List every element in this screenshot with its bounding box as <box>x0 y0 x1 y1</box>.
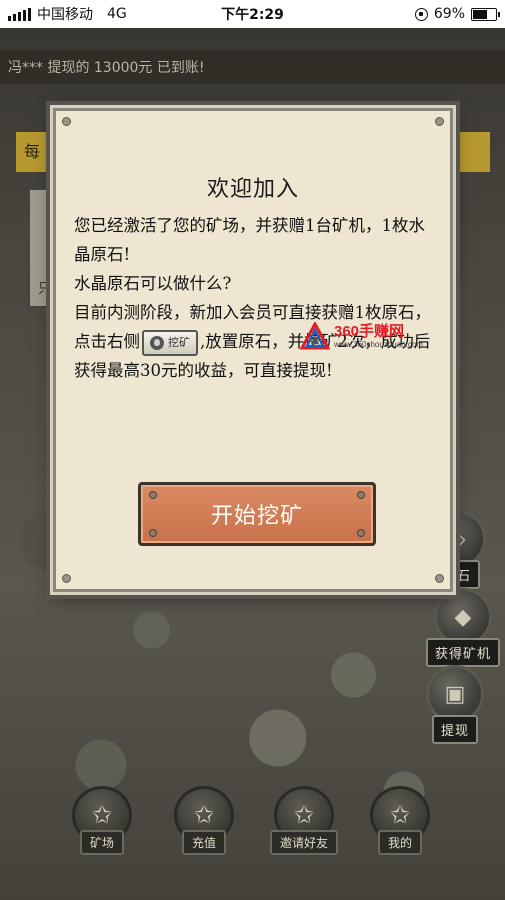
chip-label: 挖矿 <box>168 336 190 349</box>
left-panel-text: 只 <box>38 281 52 297</box>
side-button-label: 提现 <box>431 715 478 744</box>
side-button-label: 获得矿机 <box>426 638 501 667</box>
banner-text: 每 <box>24 142 41 161</box>
rivet-decoration <box>62 117 71 126</box>
rivet-decoration <box>435 574 444 583</box>
status-bar: 中国移动 4G 下午2:29 69% <box>0 0 505 28</box>
watermark-title: 360手赚网 <box>334 322 405 340</box>
rivet-decoration <box>149 491 157 499</box>
dialog-title: 欢迎加入 <box>206 177 299 202</box>
dialog-body: 您已经激活了您的矿场，并获赠1台矿机，1枚水晶原石! 水晶原石可以做什么? 目前… <box>74 211 436 385</box>
battery-percent: 69% <box>433 6 465 22</box>
nav-label: 我的 <box>377 830 422 855</box>
nav-item-mine-profile[interactable]: ✩ 我的 <box>362 786 438 855</box>
watermark-url: www.360shouzhuan.com <box>334 339 423 349</box>
dialog-line-1: 您已经激活了您的矿场，并获赠1台矿机，1枚水晶原石! <box>74 216 425 264</box>
start-button-label: 开始挖矿 <box>210 504 303 529</box>
start-mining-button[interactable]: 开始挖矿 <box>138 482 376 546</box>
withdraw-ticker: 冯*** 提现的 13000元 已到账! <box>0 50 505 84</box>
bottom-nav: ✩ 矿场 ✩ 充值 ✩ 邀请好友 ✩ 我的 <box>0 786 505 856</box>
mine-chip-button: 挖矿 <box>142 329 198 356</box>
rotation-lock-icon <box>414 7 428 21</box>
carrier-name: 中国移动 <box>37 7 93 23</box>
nav-item-mine[interactable]: ✩ 矿场 <box>64 786 140 855</box>
rivet-decoration <box>357 491 365 499</box>
clock: 下午2:29 <box>221 7 284 23</box>
ticker-text: 冯*** 提现的 13000元 已到账! <box>8 60 205 76</box>
side-button-get-miner[interactable]: ◆ 获得矿机 <box>426 588 501 667</box>
welcome-dialog: 欢迎加入 您已经激活了您的矿场，并获赠1台矿机，1枚水晶原石! 水晶原石可以做什… <box>50 105 456 595</box>
dialog-line-2: 水晶原石可以做什么? <box>74 274 232 293</box>
rivet-decoration <box>435 117 444 126</box>
battery-icon <box>471 7 500 21</box>
side-button-withdraw[interactable]: ▣ 提现 <box>426 665 484 744</box>
nav-label: 邀请好友 <box>269 830 338 855</box>
nav-item-recharge[interactable]: ✩ 充值 <box>166 786 242 855</box>
ore-icon <box>150 335 164 350</box>
network-type: 4G <box>107 6 127 22</box>
nav-label: 矿场 <box>79 830 124 855</box>
rivet-decoration <box>149 529 157 537</box>
rivet-decoration <box>357 529 365 537</box>
watermark: 360手赚网 www.360shouzhuan.com <box>300 322 423 350</box>
signal-icon <box>8 7 31 21</box>
nav-label: 充值 <box>181 830 226 855</box>
watermark-logo-icon <box>300 322 330 350</box>
rivet-decoration <box>62 574 71 583</box>
nav-item-invite[interactable]: ✩ 邀请好友 <box>266 786 342 855</box>
